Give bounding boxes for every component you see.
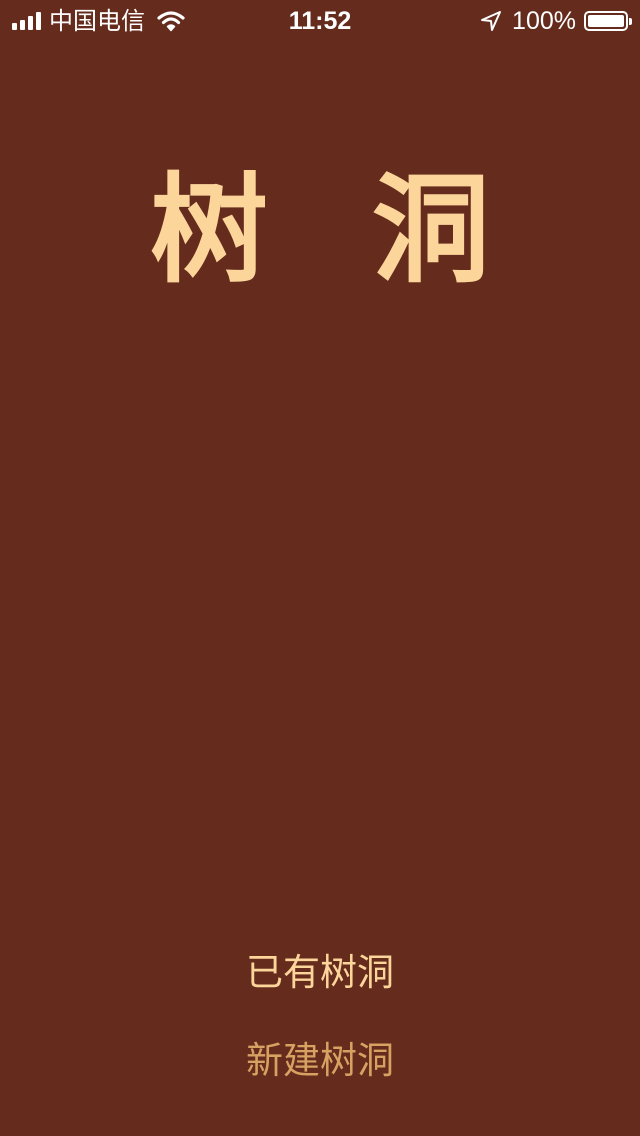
location-arrow-icon (480, 10, 502, 32)
title-char-tree: 树 (150, 161, 269, 299)
app-title: 树 洞 (0, 160, 640, 300)
battery-icon (584, 11, 632, 31)
battery-percentage: 100% (512, 7, 576, 35)
battery-cap (629, 18, 632, 25)
title-char-hole: 洞 (372, 161, 491, 299)
battery-fill (588, 15, 624, 27)
status-bar: 中国电信 11:52 100% (0, 0, 640, 40)
new-treehole-button[interactable]: 新建树洞 (0, 1036, 640, 1086)
status-bar-right: 100% (480, 6, 632, 36)
existing-treehole-button[interactable]: 已有树洞 (0, 948, 640, 998)
